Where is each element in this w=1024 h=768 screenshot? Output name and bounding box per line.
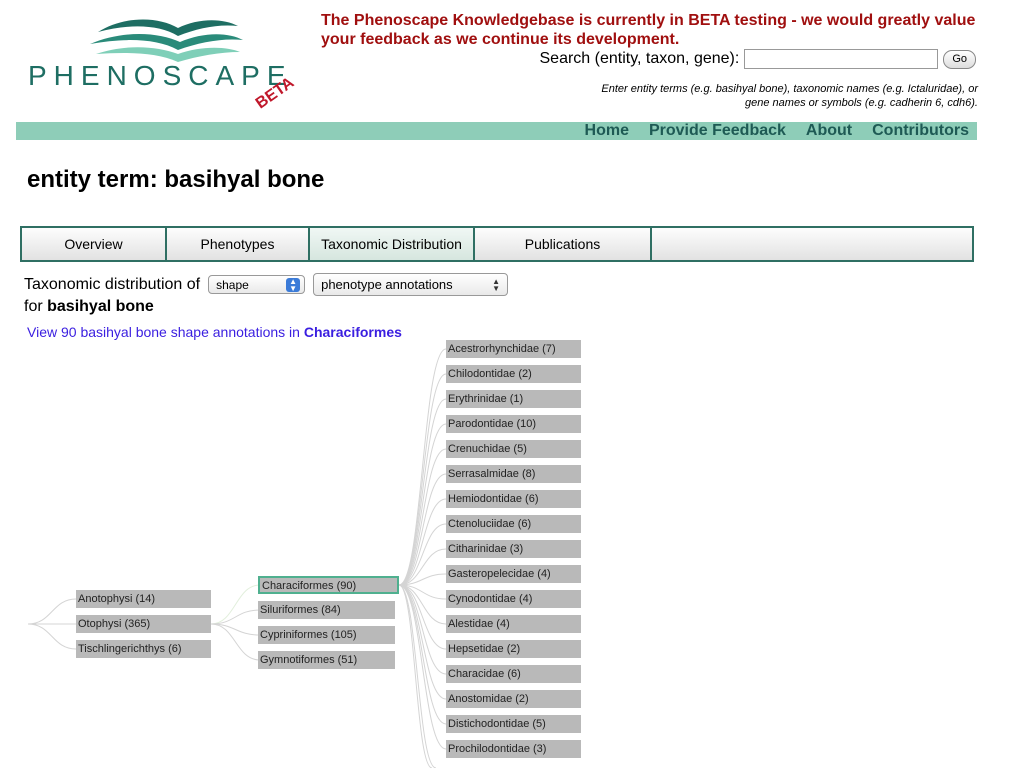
tree-node-level3[interactable]: Chilodontidae (2): [446, 365, 581, 383]
tab-taxonomic-distribution[interactable]: Taxonomic Distribution: [310, 228, 475, 260]
tree-node-level3[interactable]: Distichodontidae (5): [446, 715, 581, 733]
tree-node-level3[interactable]: Acestrorhynchidae (7): [446, 340, 581, 358]
tree-edge: [210, 584, 261, 625]
tree-edge: [27, 623, 77, 650]
tree-node-level3[interactable]: Anostomidae (2): [446, 690, 581, 708]
tree-edge: [398, 348, 447, 586]
tree-node-level3[interactable]: Hemiodontidae (6): [446, 490, 581, 508]
tree-node-level3[interactable]: Citharinidae (3): [446, 540, 581, 558]
tree-edge: [210, 609, 261, 625]
search-bar: Search (entity, taxon, gene): Go: [539, 49, 976, 69]
search-label: Search (entity, taxon, gene):: [539, 50, 740, 67]
tab-phenotypes[interactable]: Phenotypes: [167, 228, 310, 260]
distribution-controls: Taxonomic distribution of shape ▲ ▼ pheno…: [24, 273, 509, 318]
tab-publications[interactable]: Publications: [475, 228, 652, 260]
tree-node-level3[interactable]: Characidae (6): [446, 665, 581, 683]
nav-home-link[interactable]: Home: [585, 122, 629, 140]
nav-contributors-link[interactable]: Contributors: [872, 122, 969, 140]
nav-about-link[interactable]: About: [806, 122, 852, 140]
tree-node-level2[interactable]: Cypriniformes (105): [258, 626, 395, 644]
quality-select-value: shape: [216, 277, 249, 292]
tree-edge: [398, 398, 447, 586]
tree-node-level3[interactable]: Serrasalmidae (8): [446, 465, 581, 483]
phenoscape-logo[interactable]: PHENOSCAPE BETA: [28, 14, 308, 109]
nav-bar: Home Provide Feedback About Contributors: [16, 122, 977, 140]
tree-node-level1[interactable]: Anotophysi (14): [76, 590, 211, 608]
tree-node-level3[interactable]: Parodontidae (10): [446, 415, 581, 433]
tree-node-level2[interactable]: Siluriformes (84): [258, 601, 395, 619]
tree-node-level3[interactable]: Gasteropelecidae (4): [446, 565, 581, 583]
tree-node-level3[interactable]: Cynodontidae (4): [446, 590, 581, 608]
go-button[interactable]: Go: [943, 49, 976, 69]
logo-wordmark: PHENOSCAPE: [28, 60, 293, 91]
tree-node-level2[interactable]: Gymnotiformes (51): [258, 651, 395, 669]
tree-node-level3[interactable]: Erythrinidae (1): [446, 390, 581, 408]
annotation-type-select[interactable]: phenotype annotations ▲ ▼: [313, 273, 509, 296]
beta-notice: The Phenoscape Knowledgebase is currentl…: [321, 12, 976, 48]
search-input[interactable]: [744, 49, 939, 69]
entity-name: basihyal bone: [47, 298, 154, 315]
tree-edge: [398, 498, 447, 586]
tree-edge: [398, 584, 447, 725]
tree-node-level3[interactable]: Ctenoluciidae (6): [446, 515, 581, 533]
select-arrows-icon: ▲ ▼: [492, 276, 501, 293]
quality-select[interactable]: shape ▲ ▼: [208, 275, 306, 294]
tree-node-level3[interactable]: Alestidae (4): [446, 615, 581, 633]
tree-edge: [27, 598, 77, 625]
tree-edge: [398, 584, 447, 700]
tree-node-level1[interactable]: Otophysi (365): [76, 615, 211, 633]
tree-node-level3[interactable]: Prochilodontidae (3): [446, 740, 581, 758]
for-label: for: [24, 298, 43, 315]
tree-node-level1[interactable]: Tischlingerichthys (6): [76, 640, 211, 658]
annotation-type-value: phenotype annotations: [321, 276, 453, 292]
tab-overview[interactable]: Overview: [22, 228, 167, 260]
distribution-prefix: Taxonomic distribution of: [24, 275, 201, 293]
tree-edge: [398, 423, 447, 586]
search-help-text: Enter entity terms (e.g. basihyal bone),…: [601, 83, 978, 109]
taxonomy-tree: Anotophysi (14) Otophysi (365) Tischlinger…: [0, 335, 1024, 768]
select-arrows-icon: ▲ ▼: [286, 277, 301, 292]
tree-node-level3[interactable]: Crenuchidae (5): [446, 440, 581, 458]
tree-node-selected[interactable]: Characiformes (90): [258, 576, 399, 594]
page-title: entity term: basihyal bone: [27, 166, 325, 193]
tree-node-level3[interactable]: Hepsetidae (2): [446, 640, 581, 658]
nav-feedback-link[interactable]: Provide Feedback: [649, 122, 786, 140]
tab-bar-filler: [652, 228, 972, 260]
tab-bar: Overview Phenotypes Taxonomic Distributi…: [20, 226, 974, 262]
